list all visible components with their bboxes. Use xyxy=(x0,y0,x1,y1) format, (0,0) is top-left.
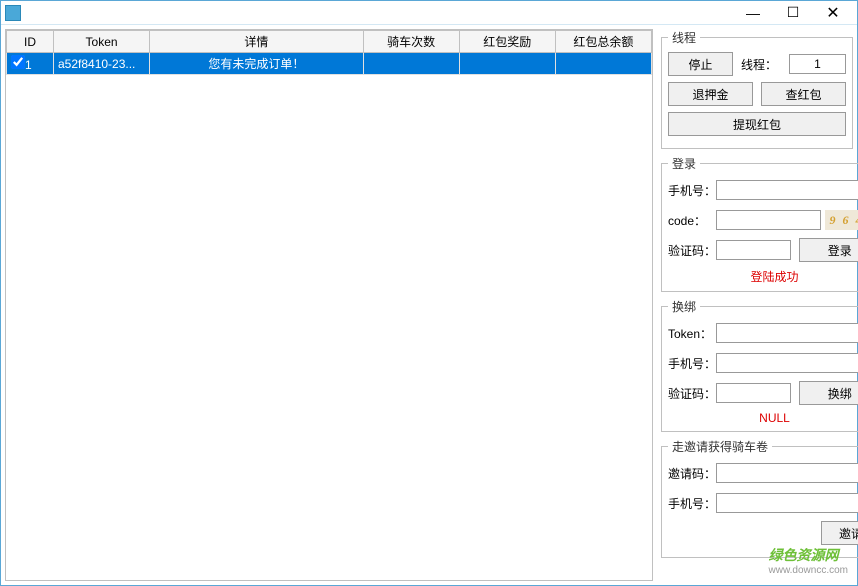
row-id: 1 xyxy=(25,58,32,72)
invite-code-input[interactable] xyxy=(716,463,858,483)
col-token-header[interactable]: Token xyxy=(53,31,149,53)
login-button[interactable]: 登录 xyxy=(799,238,858,262)
invite-phone-label: 手机号： xyxy=(668,495,716,512)
thread-legend: 线程 xyxy=(668,29,700,46)
login-code-input[interactable] xyxy=(716,210,821,230)
col-id-header[interactable]: ID xyxy=(7,31,54,53)
rebind-phone-input[interactable] xyxy=(716,353,858,373)
thread-count-input[interactable] xyxy=(789,54,846,74)
row-balance xyxy=(555,53,651,75)
invite-code-label: 邀请码： xyxy=(668,465,716,482)
rebind-legend: 换绑 xyxy=(668,298,700,315)
row-rides xyxy=(363,53,459,75)
rebind-token-label: Token： xyxy=(668,325,716,342)
data-table-container: ID Token 详情 骑车次数 红包奖励 红包总余额 1 a52f8410-2… xyxy=(5,29,653,581)
col-rides-header[interactable]: 骑车次数 xyxy=(363,31,459,53)
close-button[interactable]: ✕ xyxy=(813,2,853,24)
col-balance-header[interactable]: 红包总余额 xyxy=(555,31,651,53)
rebind-verify-label: 验证码： xyxy=(668,385,716,402)
col-detail-header[interactable]: 详情 xyxy=(150,31,364,53)
login-code-label: code： xyxy=(668,212,716,229)
rebind-token-input[interactable] xyxy=(716,323,858,343)
login-phone-input[interactable] xyxy=(716,180,858,200)
login-group: 登录 手机号： code： 9 6 4 5 验证码： 登录 登陆成功 xyxy=(661,155,858,292)
row-checkbox[interactable] xyxy=(11,55,25,69)
refund-button[interactable]: 退押金 xyxy=(668,82,753,106)
table-row[interactable]: 1 a52f8410-23... 您有未完成订单！ xyxy=(7,53,652,75)
login-phone-label: 手机号： xyxy=(668,182,716,199)
rebind-verify-input[interactable] xyxy=(716,383,791,403)
invite-phone-input[interactable] xyxy=(716,493,858,513)
thread-count-label: 线程： xyxy=(741,56,789,73)
app-icon xyxy=(5,5,21,21)
row-detail: 您有未完成订单！ xyxy=(150,53,364,75)
captcha-image[interactable]: 9 6 4 5 xyxy=(825,210,858,230)
invite-group: 走邀请获得骑车卷 邀请码： 手机号： 邀请 xyxy=(661,438,858,558)
login-legend: 登录 xyxy=(668,155,700,172)
thread-group: 线程 停止 线程： 退押金 查红包 提现红包 xyxy=(661,29,853,149)
invite-button[interactable]: 邀请 xyxy=(821,521,858,545)
withdraw-button[interactable]: 提现红包 xyxy=(668,112,846,136)
login-status: 登陆成功 xyxy=(668,268,858,285)
stop-button[interactable]: 停止 xyxy=(668,52,733,76)
invite-legend: 走邀请获得骑车卷 xyxy=(668,438,772,455)
row-token: a52f8410-23... xyxy=(53,53,149,75)
login-verify-label: 验证码： xyxy=(668,242,716,259)
data-table: ID Token 详情 骑车次数 红包奖励 红包总余额 1 a52f8410-2… xyxy=(6,30,652,75)
maximize-button[interactable]: ☐ xyxy=(773,2,813,24)
col-bonus-header[interactable]: 红包奖励 xyxy=(459,31,555,53)
minimize-button[interactable]: — xyxy=(733,2,773,24)
check-bonus-button[interactable]: 查红包 xyxy=(761,82,846,106)
rebind-status: NULL xyxy=(668,411,858,425)
rebind-phone-label: 手机号： xyxy=(668,355,716,372)
rebind-group: 换绑 Token： 手机号： 验证码： 换绑 NULL xyxy=(661,298,858,432)
login-verify-input[interactable] xyxy=(716,240,791,260)
rebind-button[interactable]: 换绑 xyxy=(799,381,858,405)
row-bonus xyxy=(459,53,555,75)
titlebar: — ☐ ✕ xyxy=(1,1,857,25)
